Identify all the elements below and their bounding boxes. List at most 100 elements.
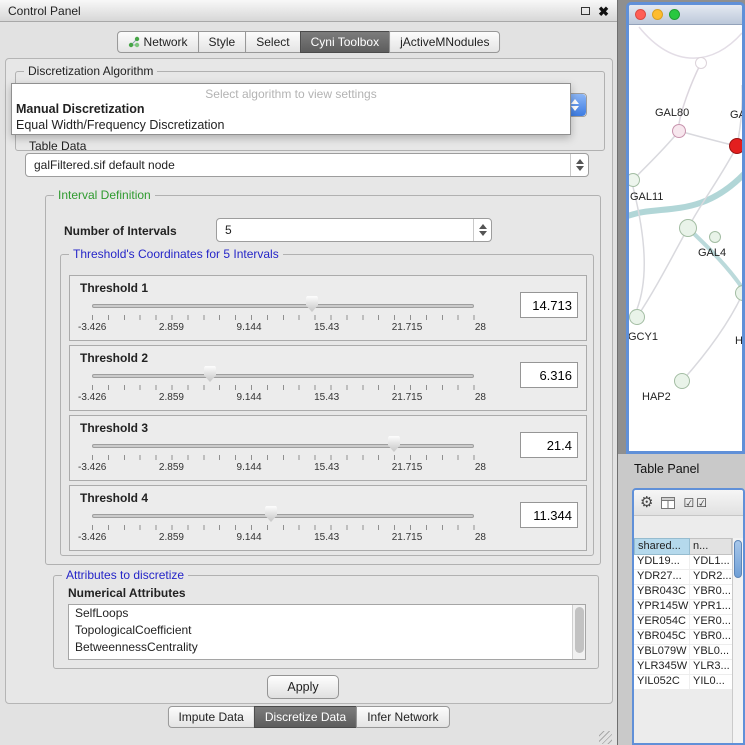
top-tab-bar: Network Style Select Cyni Toolbox jActiv… [117,31,501,53]
table-data-combobox[interactable]: galFiltered.sif default node [25,153,589,177]
threshold-label: Threshold 4 [80,491,148,505]
table-body: YDL19...YDL1... YDR27...YDR2... YBR043CY… [634,555,732,690]
slider-track[interactable] [92,304,474,308]
network-node[interactable] [629,309,645,325]
threshold-2-slider[interactable]: -3.4262.8599.14415.4321.71528 [84,364,482,410]
threshold-2-value-input[interactable] [520,362,578,388]
attributes-to-discretize-group: Attributes to discretize Numerical Attri… [53,575,599,669]
group-title: Attributes to discretize [62,568,188,582]
numerical-attributes-list[interactable]: SelfLoops TopologicalCoefficient Between… [68,604,586,660]
tab-infer-network[interactable]: Infer Network [356,706,449,728]
dropdown-option-manual-discretization[interactable]: Manual Discretization [12,101,570,117]
apply-button[interactable]: Apply [267,675,339,699]
thresholds-group: Threshold's Coordinates for 5 Intervals … [60,254,594,556]
node-label-gal80: GAL80 [655,107,689,119]
network-node[interactable] [679,219,697,237]
gear-icon[interactable]: ⚙ [640,495,653,510]
list-item[interactable]: SelfLoops [69,605,585,622]
slider-tick-labels: -3.4262.8599.14415.4321.71528 [78,532,486,543]
list-scrollbar[interactable] [572,605,585,659]
list-item[interactable]: TopologicalCoefficient [69,622,585,639]
control-panel-titlebar: Control Panel ✖ [0,0,617,22]
threshold-3-slider[interactable]: -3.4262.8599.14415.4321.71528 [84,434,482,480]
tab-network[interactable]: Network [117,31,199,53]
node-label-cut-h: H [735,335,742,347]
tab-jactivemodules[interactable]: jActiveMNodules [389,31,500,53]
close-button[interactable] [635,9,646,20]
threshold-1-value-input[interactable] [520,292,578,318]
table-header-row: shared... n... [634,538,732,555]
network-node[interactable] [674,373,690,389]
table-panel-title: Table Panel [634,462,699,476]
table-row[interactable]: YDR27...YDR2... [634,570,732,585]
network-node[interactable] [672,124,686,138]
number-of-intervals-combobox[interactable]: 5 [216,218,492,242]
table-row[interactable]: YER054CYER0... [634,615,732,630]
close-icon[interactable]: ✖ [598,5,609,18]
resize-grip[interactable] [599,731,612,744]
threshold-4-value-input[interactable] [520,502,578,528]
slider-thumb[interactable] [204,366,216,382]
slider-tickmarks [92,385,475,390]
threshold-label: Threshold 2 [80,351,148,365]
threshold-4-slider[interactable]: -3.4262.8599.14415.4321.71528 [84,504,482,550]
number-of-intervals-label: Number of Intervals [64,224,177,238]
network-node-selected-red[interactable] [729,138,742,154]
network-icon [128,36,140,48]
column-header-shared-name[interactable]: shared... [634,538,690,555]
scrollbar-thumb[interactable] [575,607,584,653]
select-columns-icons[interactable]: ☑☑ [683,496,709,510]
tab-impute-data[interactable]: Impute Data [167,706,254,728]
table-scrollbar[interactable] [732,538,743,743]
dropdown-option-equal-width-frequency[interactable]: Equal Width/Frequency Discretization [12,117,570,133]
table-row[interactable]: YBL079WYBL0... [634,645,732,660]
threshold-1-panel: Threshold 1 -3.4262.8599.14415.4321.7152… [69,275,587,341]
control-panel: Control Panel ✖ Network Style Select Cyn… [0,0,618,745]
numerical-attributes-label: Numerical Attributes [68,586,186,600]
combobox-stepper-icon[interactable] [570,154,588,176]
node-label-cut: GA [730,109,742,121]
node-label-gcy1: GCY1 [629,331,658,343]
network-node[interactable] [695,57,707,69]
table-data-value: galFiltered.sif default node [34,158,175,172]
table-row[interactable]: YBR045CYBR0... [634,630,732,645]
combobox-stepper-icon[interactable] [473,219,491,241]
table-row[interactable]: YBR043CYBR0... [634,585,732,600]
zoom-button[interactable] [669,9,680,20]
table-row[interactable]: YDL19...YDL1... [634,555,732,570]
slider-thumb[interactable] [265,506,277,522]
column-header-name[interactable]: n... [690,538,732,555]
list-item[interactable]: BetweennessCentrality [69,639,585,656]
slider-tickmarks [92,455,475,460]
threshold-1-slider[interactable]: -3.4262.8599.14415.4321.71528 [84,294,482,340]
table-row[interactable]: YLR345WYLR3... [634,660,732,675]
columns-icon[interactable] [661,497,675,509]
tab-style[interactable]: Style [198,31,247,53]
screen: GAL80 GA GAL11 GAL4 GCY1 H HAP2 Table Pa… [0,0,745,745]
tab-cyni-toolbox[interactable]: Cyni Toolbox [300,31,390,53]
scrollbar-thumb[interactable] [734,540,742,578]
network-canvas[interactable]: GAL80 GA GAL11 GAL4 GCY1 H HAP2 [629,25,742,451]
threshold-label: Threshold 1 [80,281,148,295]
table-row[interactable]: YIL052CYIL0... [634,675,732,690]
slider-track[interactable] [92,374,474,378]
threshold-4-panel: Threshold 4 -3.4262.8599.14415.4321.7152… [69,485,587,551]
algorithm-dropdown-popup: Select algorithm to view settings Manual… [11,83,571,135]
slider-track[interactable] [92,514,474,518]
tab-select[interactable]: Select [245,31,300,53]
group-title: Interval Definition [54,188,155,202]
threshold-3-value-input[interactable] [520,432,578,458]
slider-thumb[interactable] [388,436,400,452]
window-title: Control Panel [8,4,81,18]
slider-thumb[interactable] [306,296,318,312]
tab-discretize-data[interactable]: Discretize Data [254,706,357,728]
network-view-window: GAL80 GA GAL11 GAL4 GCY1 H HAP2 [626,2,745,454]
slider-tick-labels: -3.4262.8599.14415.4321.71528 [78,462,486,473]
float-window-icon[interactable] [581,7,590,15]
network-node[interactable] [709,231,721,243]
slider-track[interactable] [92,444,474,448]
minimize-button[interactable] [652,9,663,20]
table-row[interactable]: YPR145WYPR1... [634,600,732,615]
network-window-titlebar[interactable] [629,5,742,25]
slider-tickmarks [92,315,475,320]
